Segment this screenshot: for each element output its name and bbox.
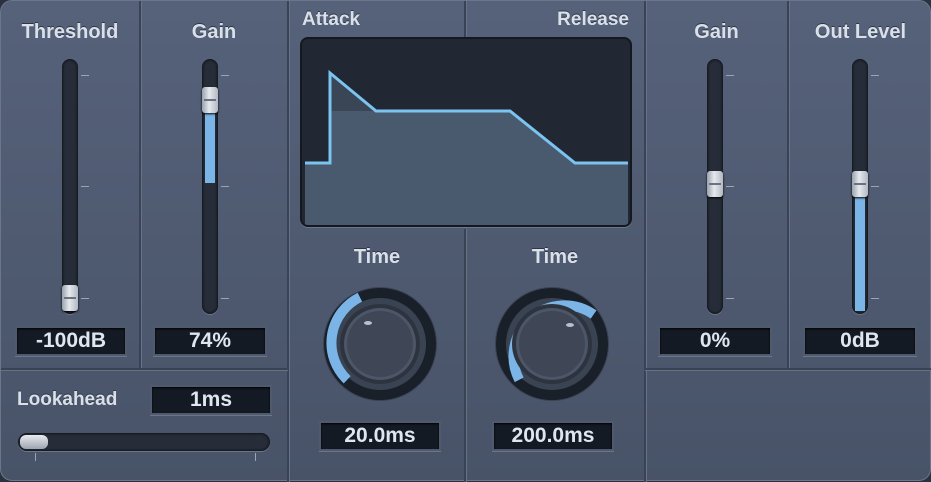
- gain-slider-thumb[interactable]: [202, 87, 218, 113]
- out-level-slider-thumb[interactable]: [852, 171, 868, 197]
- lookahead-value[interactable]: 1ms: [150, 385, 272, 415]
- threshold-value[interactable]: -100dB: [15, 326, 127, 356]
- divider: [645, 368, 931, 370]
- gain-label: Gain: [191, 21, 237, 43]
- tick: [871, 298, 879, 299]
- out-level-slider-fill: [855, 185, 865, 311]
- compressor-plugin-panel: Threshold -100dB Gain 74% Lookahead 1ms …: [0, 0, 931, 482]
- lookahead-slider-thumb[interactable]: [20, 435, 48, 449]
- tick: [726, 298, 734, 299]
- divider: [464, 1, 466, 37]
- threshold-label: Threshold: [21, 21, 119, 43]
- attack-time-knob[interactable]: [321, 285, 439, 403]
- lookahead-label: Lookahead: [17, 389, 118, 410]
- output-gain-label: Gain: [694, 21, 739, 43]
- tick: [81, 75, 89, 76]
- lookahead-slider-track[interactable]: [18, 433, 270, 451]
- output-gain-value[interactable]: 0%: [658, 326, 772, 356]
- release-time-value[interactable]: 200.0ms: [492, 421, 614, 451]
- threshold-slider-track[interactable]: [62, 59, 78, 314]
- envelope-display: [300, 37, 632, 227]
- out-level-label: Out Level: [814, 21, 907, 43]
- tick: [255, 453, 256, 461]
- tick: [726, 75, 734, 76]
- threshold-slider-thumb[interactable]: [62, 285, 78, 311]
- tick: [81, 298, 89, 299]
- output-gain-slider-thumb[interactable]: [707, 171, 723, 197]
- tick: [726, 186, 734, 187]
- divider: [287, 1, 289, 482]
- tick: [81, 186, 89, 187]
- envelope-graph: [305, 69, 628, 225]
- attack-time-value[interactable]: 20.0ms: [319, 421, 441, 451]
- tick: [871, 75, 879, 76]
- divider: [1, 368, 288, 370]
- tick: [221, 186, 229, 187]
- gain-value[interactable]: 74%: [153, 326, 267, 356]
- release-time-knob[interactable]: [493, 285, 611, 403]
- out-level-value[interactable]: 0dB: [803, 326, 917, 356]
- divider: [644, 1, 646, 482]
- gain-slider-fill: [205, 101, 215, 183]
- attack-label: Attack: [302, 9, 361, 30]
- attack-time-label: Time: [353, 246, 401, 268]
- tick: [871, 186, 879, 187]
- release-time-label: Time: [531, 246, 579, 268]
- tick: [35, 453, 36, 461]
- tick: [221, 75, 229, 76]
- release-label: Release: [557, 9, 629, 30]
- tick: [221, 298, 229, 299]
- divider: [139, 1, 141, 369]
- divider: [787, 1, 789, 369]
